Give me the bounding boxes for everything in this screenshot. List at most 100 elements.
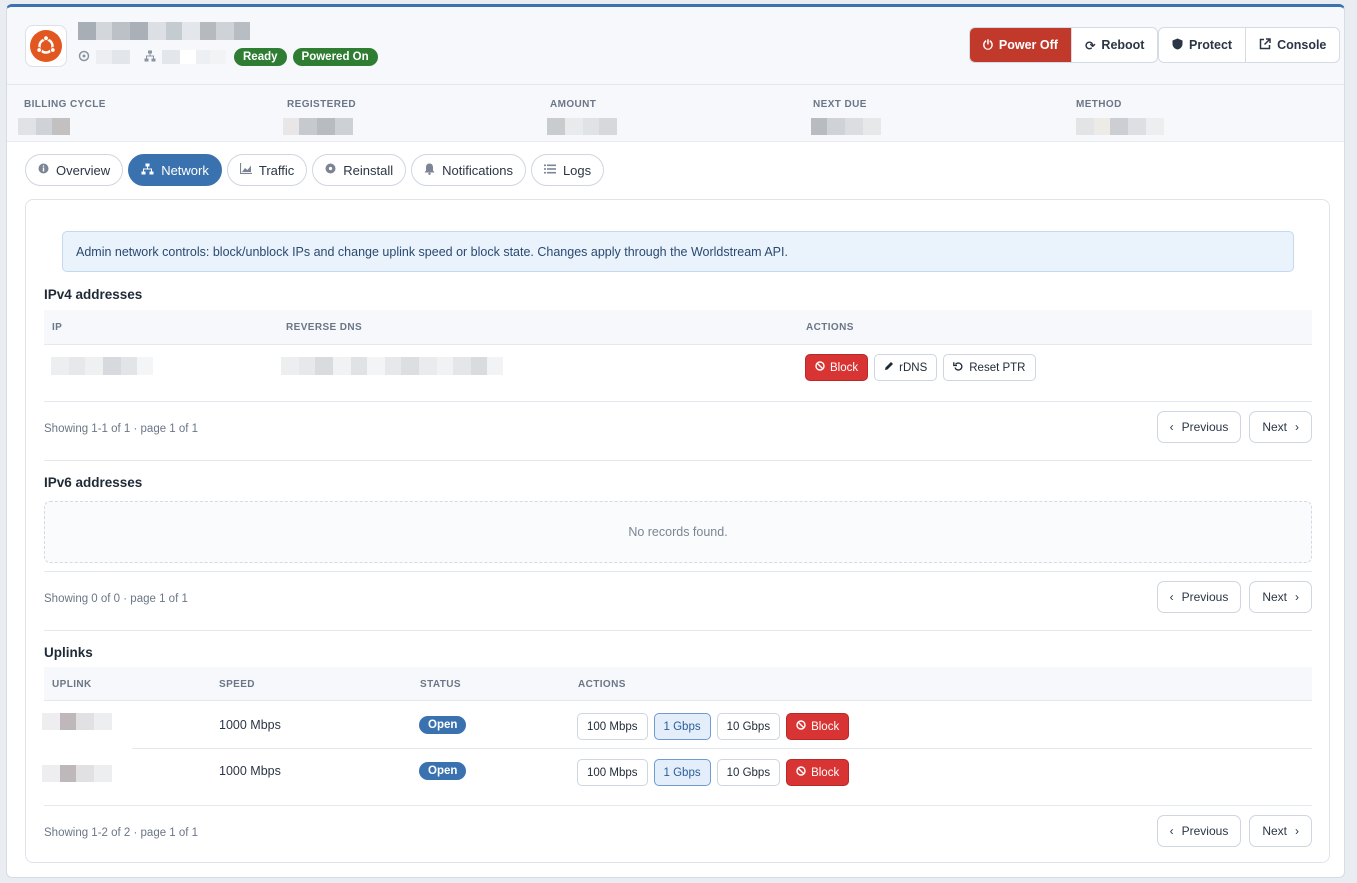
column-uplink: UPLINK — [52, 679, 92, 690]
tab-logs-label: Logs — [562, 162, 592, 178]
power-icon: ⏻ — [983, 37, 993, 52]
network-panel: Admin network controls: block/unblock IP… — [25, 199, 1330, 863]
rdns-button[interactable]: rDNS — [874, 354, 938, 381]
method-label: METHOD — [1076, 99, 1122, 110]
next-page-button[interactable]: Next › — [1249, 815, 1312, 847]
reboot-button[interactable]: ⟳ Reboot — [1072, 28, 1158, 62]
billing-summary: BILLING CYCLE REGISTERED AMOUNT NEXT DUE… — [7, 85, 1344, 142]
reset-ptr-label: Reset PTR — [969, 361, 1026, 374]
tab-network[interactable]: Network — [128, 154, 222, 186]
tab-logs[interactable]: Logs — [530, 154, 605, 186]
tab-notifications[interactable]: Notifications — [411, 154, 526, 186]
rdns-label: rDNS — [899, 361, 928, 374]
uplinks-pagination-status: Showing 1-2 of 2 · page 1 of 1 — [44, 827, 199, 839]
uplink-name-redacted — [42, 765, 112, 782]
column-actions: ACTIONS — [578, 679, 626, 690]
protect-label: Protect — [1189, 38, 1233, 52]
method-field: METHOD — [1076, 99, 1164, 135]
previous-page-button[interactable]: ‹ Previous — [1156, 815, 1242, 847]
redacted-value — [547, 118, 617, 135]
undo-icon — [953, 361, 964, 374]
chevron-left-icon: ‹ — [1169, 420, 1174, 434]
divider — [44, 460, 1312, 461]
block-ip-button[interactable]: Block — [805, 354, 869, 381]
previous-page-button[interactable]: ‹ Previous — [1156, 411, 1242, 443]
tab-reinstall[interactable]: Reinstall — [312, 154, 407, 186]
bell-icon — [424, 163, 435, 178]
speed-1-gbps-button[interactable]: 1 Gbps — [653, 759, 711, 786]
speed-10-gbps-button[interactable]: 10 Gbps — [716, 759, 781, 786]
ipv4-section-title: IPv4 addresses — [44, 287, 143, 302]
block-label: Block — [811, 766, 840, 779]
speed-1-gbps-button[interactable]: 1 Gbps — [653, 713, 711, 740]
table-row: Block rDNS Reset PTR — [44, 346, 1312, 401]
billing-cycle-field: BILLING CYCLE — [18, 99, 106, 135]
uplink-speed: 1000 Mbps — [219, 718, 281, 732]
detail-tabs: Overview Network Traffic Reinstall Notif… — [25, 154, 605, 186]
block-uplink-button[interactable]: Block — [786, 759, 850, 786]
chevron-left-icon: ‹ — [1169, 590, 1174, 604]
divider — [44, 630, 1312, 631]
status-badge: Open — [419, 762, 467, 780]
ipv4-table-header: IP REVERSE DNS ACTIONS — [44, 310, 1312, 345]
uplinks-table-header: UPLINK SPEED STATUS ACTIONS — [44, 667, 1312, 701]
redacted-value — [18, 118, 106, 135]
uplink-actions: 100 Mbps 1 Gbps 10 Gbps Block — [577, 759, 850, 786]
block-uplink-button[interactable]: Block — [786, 713, 850, 740]
redacted-value — [162, 50, 226, 64]
previous-label: Previous — [1181, 824, 1229, 838]
speed-100-mbps-button[interactable]: 100 Mbps — [577, 713, 648, 740]
ipv6-pagination: ‹ Previous Next › — [1156, 581, 1312, 613]
speed-10-gbps-button[interactable]: 10 Gbps — [716, 713, 781, 740]
uplink-status: Open — [419, 762, 467, 780]
previous-label: Previous — [1181, 420, 1229, 434]
redacted-value — [811, 118, 881, 135]
next-label: Next — [1262, 590, 1287, 604]
ip-address-redacted — [51, 357, 153, 375]
chevron-right-icon: › — [1295, 420, 1299, 434]
next-page-button[interactable]: Next › — [1249, 411, 1312, 443]
column-status: STATUS — [420, 679, 461, 690]
console-button[interactable]: Console — [1246, 28, 1339, 62]
next-due-field: NEXT DUE — [811, 99, 881, 135]
chevron-left-icon: ‹ — [1169, 824, 1174, 838]
next-label: Next — [1262, 420, 1287, 434]
info-icon — [38, 163, 49, 177]
previous-page-button[interactable]: ‹ Previous — [1156, 581, 1242, 613]
ban-icon — [796, 766, 806, 779]
protect-button[interactable]: Protect — [1159, 28, 1247, 62]
column-speed: SPEED — [219, 679, 255, 690]
power-off-button[interactable]: ⏻ Power Off — [970, 28, 1072, 62]
chevron-right-icon: › — [1295, 824, 1299, 838]
tab-traffic[interactable]: Traffic — [226, 154, 308, 186]
uplink-speed: 1000 Mbps — [219, 764, 281, 778]
chevron-right-icon: › — [1295, 590, 1299, 604]
redacted-value — [96, 50, 130, 64]
uplink-name-redacted — [42, 713, 112, 730]
table-row: 1000 Mbps Open 100 Mbps 1 Gbps 10 Gbps B… — [42, 749, 1312, 795]
ipv4-pagination: ‹ Previous Next › — [1156, 411, 1312, 443]
next-label: Next — [1262, 824, 1287, 838]
ipv6-empty-state: No records found. — [44, 501, 1312, 563]
ipv4-pagination-status: Showing 1-1 of 1 · page 1 of 1 — [44, 423, 199, 435]
uplinks-pagination: ‹ Previous Next › — [1156, 815, 1312, 847]
disc-icon — [325, 163, 336, 177]
next-page-button[interactable]: Next › — [1249, 581, 1312, 613]
pencil-icon — [884, 361, 894, 374]
reverse-dns-redacted — [281, 357, 503, 375]
info-alert: Admin network controls: block/unblock IP… — [62, 231, 1294, 272]
tab-overview[interactable]: Overview — [25, 154, 124, 186]
block-label: Block — [811, 720, 840, 733]
external-link-icon — [1259, 37, 1271, 53]
amount-field: AMOUNT — [547, 99, 617, 135]
server-meta-row: Ready Powered On — [78, 48, 378, 66]
ipv6-section-title: IPv6 addresses — [44, 475, 143, 490]
tab-traffic-label: Traffic — [258, 162, 295, 178]
status-badge: Open — [419, 716, 467, 734]
reset-ptr-button[interactable]: Reset PTR — [943, 354, 1036, 381]
redacted-value — [283, 118, 356, 135]
chart-icon — [239, 163, 252, 177]
speed-100-mbps-button[interactable]: 100 Mbps — [577, 759, 648, 786]
network-icon — [144, 50, 156, 65]
ban-icon — [796, 720, 806, 733]
